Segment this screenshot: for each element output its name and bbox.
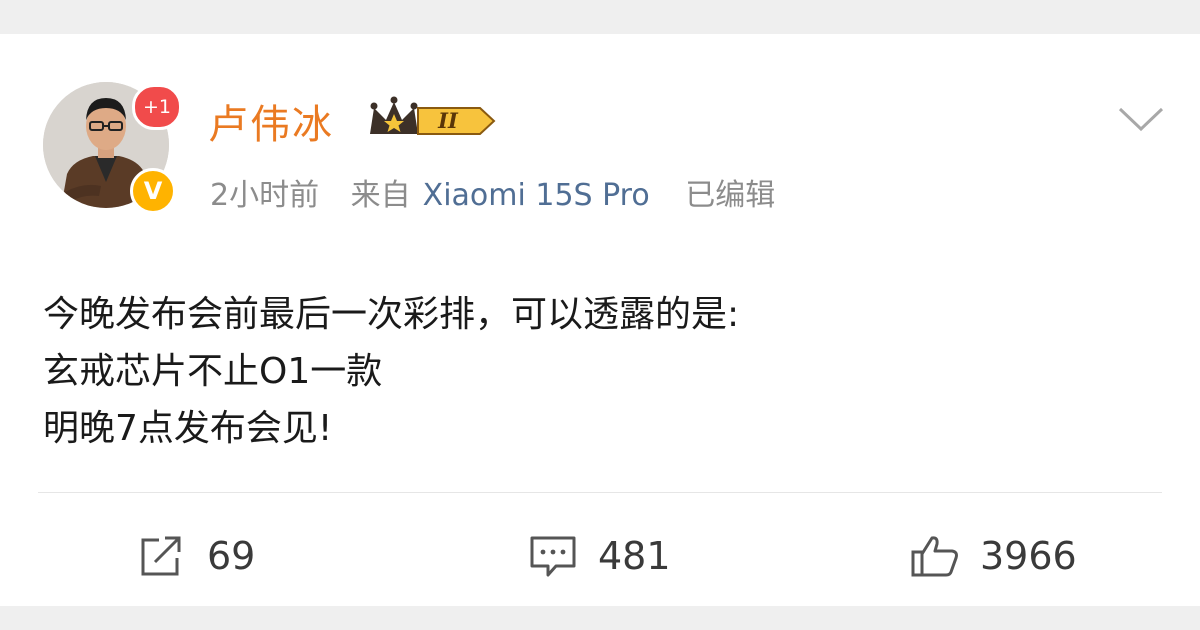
source-device-link[interactable]: Xiaomi 15S Pro <box>423 178 650 213</box>
avatar-container[interactable]: +1 V <box>43 82 182 214</box>
content-line: 今晚发布会前最后一次彩排，可以透露的是: <box>43 294 740 335</box>
comment-count: 481 <box>598 534 671 578</box>
notification-badge[interactable]: +1 <box>132 84 182 130</box>
repost-button[interactable]: 69 <box>137 534 255 578</box>
repost-icon <box>141 536 181 576</box>
post-content: 今晚发布会前最后一次彩排，可以透露的是: 玄戒芯片不止O1一款 明晚7点发布会见… <box>43 286 739 457</box>
like-button[interactable]: 3966 <box>910 534 1077 578</box>
divider <box>38 492 1162 493</box>
like-count: 3966 <box>980 534 1077 578</box>
post-meta: 2小时前 来自 Xiaomi 15S Pro 已编辑 <box>210 170 797 214</box>
vip-crown-badge[interactable]: II <box>368 94 500 140</box>
post-card: +1 V 卢伟冰 II 2小时前 来自 Xiaomi 15S Pro 已编辑 今晚… <box>0 34 1200 606</box>
edited-label[interactable]: 已编辑 <box>685 178 775 213</box>
vip-level-text: II <box>437 108 459 133</box>
author-name[interactable]: 卢伟冰 <box>208 92 334 150</box>
chevron-down-icon[interactable] <box>1116 104 1166 134</box>
content-line: 玄戒芯片不止O1一款 <box>43 351 383 392</box>
comment-button[interactable]: 481 <box>528 534 671 578</box>
post-time: 2小时前 <box>210 178 320 213</box>
source-prefix: 来自 <box>350 178 411 213</box>
verified-badge: V <box>130 168 176 214</box>
thumbs-up-icon <box>911 536 958 577</box>
comment-icon <box>530 536 576 577</box>
content-line: 明晚7点发布会见! <box>43 408 333 449</box>
repost-count: 69 <box>207 534 256 578</box>
